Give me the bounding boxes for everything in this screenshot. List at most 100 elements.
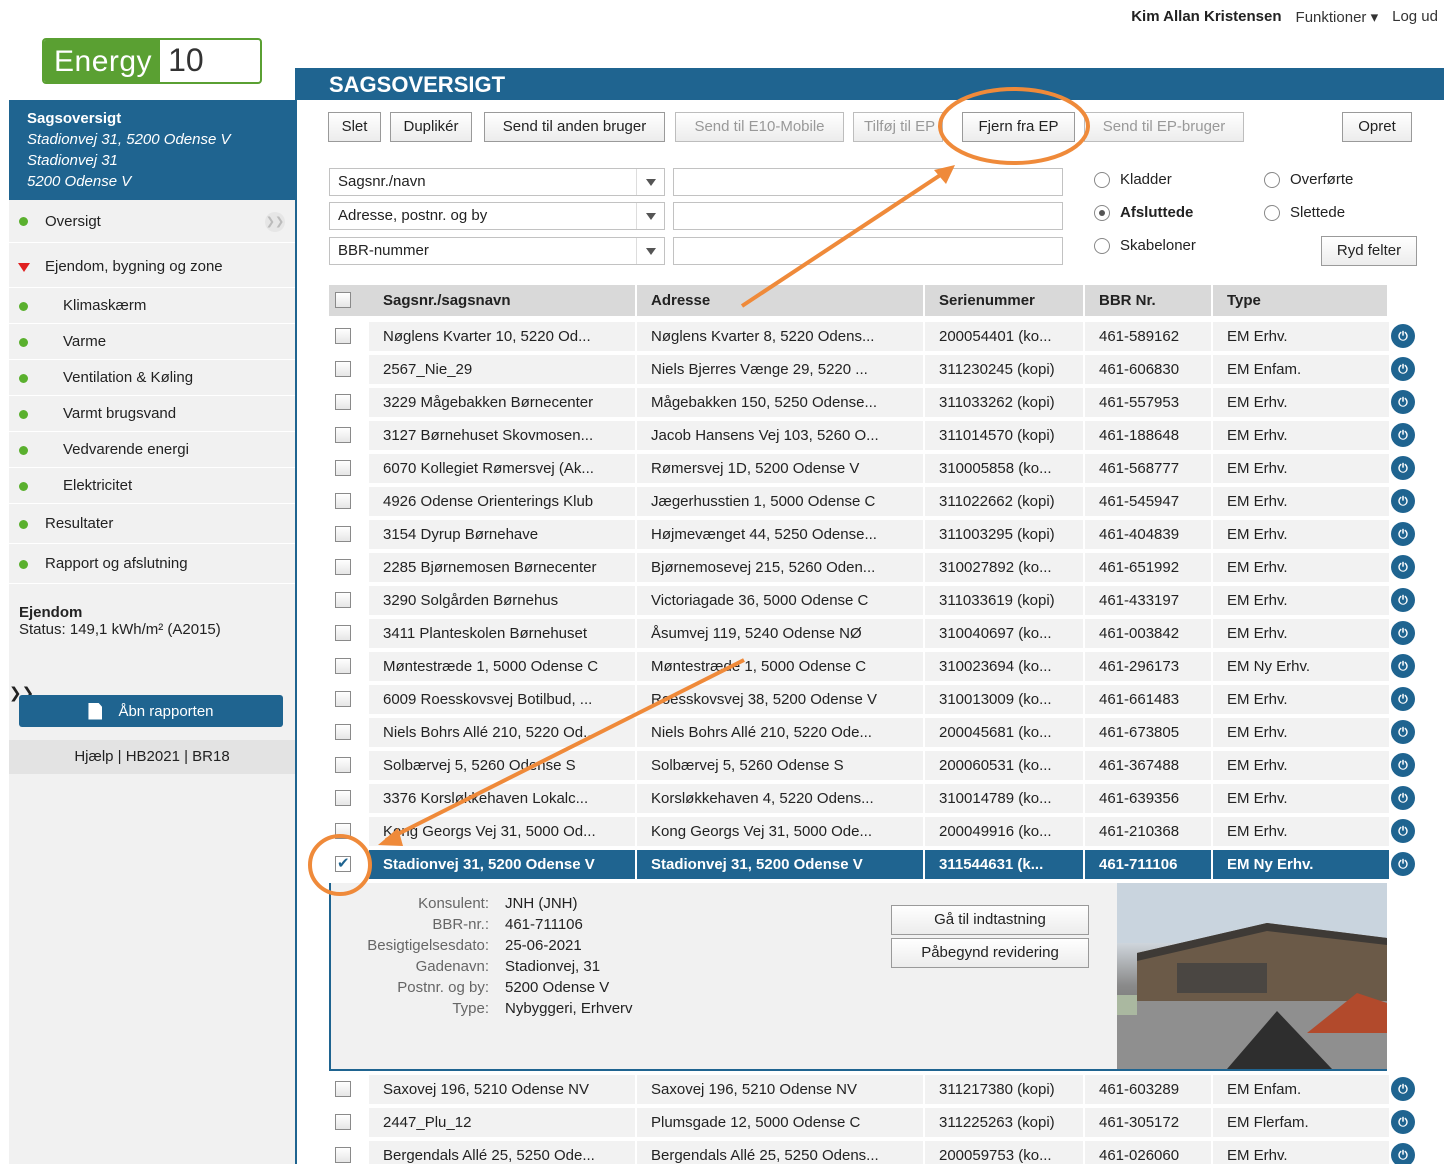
row-action-icon[interactable]: ⏻: [1391, 1077, 1415, 1101]
send-to-e10-mobile-button[interactable]: Send til E10-Mobile: [675, 112, 844, 142]
radio-kladder[interactable]: Kladder: [1094, 171, 1172, 188]
sidebar-item-ventilation[interactable]: Ventilation & Køling: [9, 360, 295, 396]
filter-select-1[interactable]: Sagsnr./navn: [329, 168, 665, 196]
duplicate-button[interactable]: Duplikér: [390, 112, 472, 142]
row-action-icon[interactable]: ⏻: [1391, 819, 1415, 843]
row-checkbox[interactable]: [335, 559, 351, 575]
row-checkbox[interactable]: [335, 790, 351, 806]
table-row[interactable]: Møntestræde 1, 5000 Odense C Møntestræde …: [329, 650, 1415, 683]
radio-afsluttede[interactable]: Afsluttede: [1094, 204, 1193, 221]
row-action-icon[interactable]: ⏻: [1391, 720, 1415, 744]
row-checkbox[interactable]: [335, 1147, 351, 1163]
filter-select-2[interactable]: Adresse, postnr. og by: [329, 202, 665, 230]
remove-from-ep-button[interactable]: Fjern fra EP: [962, 112, 1075, 142]
sidebar-item-klimaskaerm[interactable]: Klimaskærm: [9, 288, 295, 324]
row-action-icon[interactable]: ⏻: [1391, 687, 1415, 711]
row-checkbox[interactable]: [335, 526, 351, 542]
table-row[interactable]: 3154 Dyrup Børnehave Højmevænget 44, 5250…: [329, 518, 1415, 551]
row-action-icon[interactable]: ⏻: [1391, 753, 1415, 777]
filter-select-3[interactable]: BBR-nummer: [329, 237, 665, 265]
row-checkbox[interactable]: [335, 592, 351, 608]
row-checkbox[interactable]: [335, 493, 351, 509]
chevron-right-icon[interactable]: ❯❯: [265, 212, 285, 232]
filter-input-1[interactable]: [673, 168, 1063, 196]
row-action-icon[interactable]: ⏻: [1391, 654, 1415, 678]
sidebar-item-varmt-brugsvand[interactable]: Varmt brugsvand: [9, 396, 295, 432]
send-to-other-user-button[interactable]: Send til anden bruger: [484, 112, 665, 142]
table-row[interactable]: 2567_Nie_29 Niels Bjerres Vænge 29, 5220 …: [329, 353, 1415, 386]
row-checkbox[interactable]: [335, 757, 351, 773]
radio-slettede[interactable]: Slettede: [1264, 204, 1345, 221]
radio-overforte[interactable]: Overførte: [1264, 171, 1353, 188]
row-checkbox[interactable]: [335, 625, 351, 641]
row-action-icon[interactable]: ⏻: [1391, 1110, 1415, 1134]
row-action-icon[interactable]: ⏻: [1391, 522, 1415, 546]
radio-skabeloner[interactable]: Skabeloner: [1094, 237, 1196, 254]
sidebar-item-ejendom[interactable]: Ejendom, bygning og zone: [9, 243, 295, 288]
table-row[interactable]: Solbærvej 5, 5260 Odense S Solbærvej 5, 5…: [329, 749, 1415, 782]
row-checkbox[interactable]: [335, 394, 351, 410]
row-action-icon[interactable]: ⏻: [1391, 1143, 1415, 1164]
row-action-icon[interactable]: ⏻: [1391, 852, 1415, 876]
column-header[interactable]: Type: [1213, 285, 1389, 316]
table-row[interactable]: 6070 Kollegiet Rømersvej (Ak... Rømersvej…: [329, 452, 1415, 485]
functions-menu[interactable]: Funktioner ▾: [1296, 8, 1379, 26]
energy10-logo[interactable]: Energy 10: [42, 38, 262, 84]
row-action-icon[interactable]: ⏻: [1391, 621, 1415, 645]
logout-link[interactable]: Log ud: [1392, 8, 1438, 26]
row-action-icon[interactable]: ⏻: [1391, 423, 1415, 447]
row-action-icon[interactable]: ⏻: [1391, 588, 1415, 612]
sidebar-item-rapport[interactable]: Rapport og afslutning: [9, 544, 295, 584]
filter-input-2[interactable]: [673, 202, 1063, 230]
row-action-icon[interactable]: ⏻: [1391, 555, 1415, 579]
clear-fields-button[interactable]: Ryd felter: [1321, 236, 1417, 266]
row-checkbox[interactable]: [335, 691, 351, 707]
sidebar-item-elektricitet[interactable]: Elektricitet: [9, 468, 295, 504]
table-row[interactable]: 3290 Solgården Børnehus Victoriagade 36, …: [329, 584, 1415, 617]
row-action-icon[interactable]: ⏻: [1391, 357, 1415, 381]
start-revision-button[interactable]: Påbegynd revidering: [891, 938, 1089, 968]
row-checkbox[interactable]: [335, 854, 351, 872]
sidebar-case-header[interactable]: Sagsoversigt Stadionvej 31, 5200 Odense …: [9, 100, 295, 200]
filter-input-3[interactable]: [673, 237, 1063, 265]
row-action-icon[interactable]: ⏻: [1391, 324, 1415, 348]
row-checkbox[interactable]: [335, 823, 351, 839]
table-row[interactable]: Saxovej 196, 5210 Odense NV Saxovej 196, …: [329, 1073, 1415, 1106]
delete-button[interactable]: Slet: [328, 112, 381, 142]
row-checkbox[interactable]: [335, 1081, 351, 1097]
table-row[interactable]: 3127 Børnehuset Skovmosen... Jacob Hansen…: [329, 419, 1415, 452]
open-report-button[interactable]: Åbn rapporten: [19, 695, 283, 727]
table-row[interactable]: 2285 Bjørnemosen Børnecenter Bjørnemoseve…: [329, 551, 1415, 584]
select-all-checkbox[interactable]: [335, 292, 351, 308]
table-row[interactable]: 4926 Odense Orienterings Klub Jægerhussti…: [329, 485, 1415, 518]
table-row[interactable]: Bergendals Allé 25, 5250 Ode... Bergendal…: [329, 1139, 1415, 1164]
table-row[interactable]: Kong Georgs Vej 31, 5000 Od... Kong Georg…: [329, 815, 1415, 848]
column-header[interactable]: Sagsnr./sagsnavn: [369, 285, 637, 316]
row-checkbox[interactable]: [335, 361, 351, 377]
sidebar-item-vedvarende-energi[interactable]: Vedvarende energi: [9, 432, 295, 468]
table-row[interactable]: 3376 Korsløkkehaven Lokalc... Korsløkkeha…: [329, 782, 1415, 815]
table-row[interactable]: 3411 Planteskolen Børnehuset Åsumvej 119,…: [329, 617, 1415, 650]
sidebar-item-resultater[interactable]: Resultater: [9, 504, 295, 544]
help-links[interactable]: Hjælp | HB2021 | BR18: [9, 740, 295, 774]
column-header[interactable]: BBR Nr.: [1085, 285, 1213, 316]
row-checkbox[interactable]: [335, 427, 351, 443]
add-to-ep-button[interactable]: Tilføj til EP: [853, 112, 943, 142]
column-header[interactable]: Serienummer: [925, 285, 1085, 316]
row-action-icon[interactable]: ⏻: [1391, 390, 1415, 414]
row-checkbox[interactable]: [335, 1114, 351, 1130]
go-to-input-button[interactable]: Gå til indtastning: [891, 905, 1089, 935]
row-checkbox[interactable]: [335, 724, 351, 740]
sidebar-item-oversigt[interactable]: Oversigt ❯❯: [9, 200, 295, 243]
table-row[interactable]: 3229 Mågebakken Børnecenter Mågebakken 15…: [329, 386, 1415, 419]
row-checkbox[interactable]: [335, 328, 351, 344]
row-checkbox[interactable]: [335, 658, 351, 674]
row-action-icon[interactable]: ⏻: [1391, 456, 1415, 480]
row-checkbox[interactable]: [335, 460, 351, 476]
send-to-ep-user-button[interactable]: Send til EP-bruger: [1084, 112, 1244, 142]
row-action-icon[interactable]: ⏻: [1391, 786, 1415, 810]
table-row[interactable]: Nøglens Kvarter 10, 5220 Od... Nøglens Kv…: [329, 320, 1415, 353]
sidebar-item-varme[interactable]: Varme: [9, 324, 295, 360]
create-button[interactable]: Opret: [1342, 112, 1412, 142]
table-row[interactable]: 6009 Roesskovsvej Botilbud, ... Roesskovs…: [329, 683, 1415, 716]
